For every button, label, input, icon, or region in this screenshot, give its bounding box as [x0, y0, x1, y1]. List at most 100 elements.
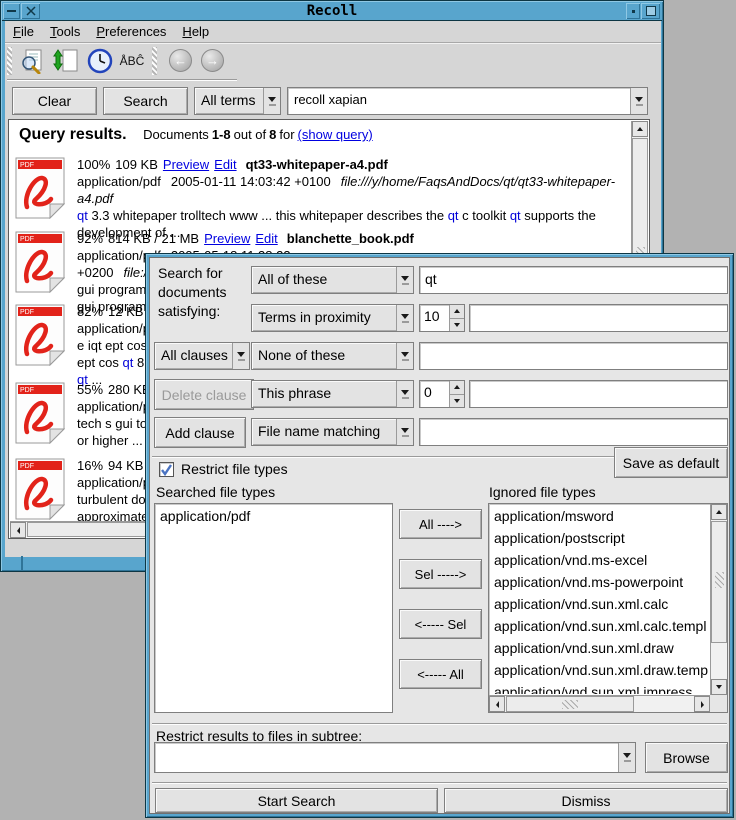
move-selected-left-button[interactable]: <----- Sel: [399, 609, 482, 639]
menu-item-help[interactable]: Help: [182, 24, 209, 39]
chevron-down-icon: [396, 267, 413, 293]
filetype-item[interactable]: application/vnd.sun.xml.calc: [490, 593, 709, 615]
move-all-right-button[interactable]: All ---->: [399, 509, 482, 539]
save-as-default-button[interactable]: Save as default: [614, 447, 728, 478]
toolbar-handle[interactable]: [7, 47, 12, 75]
restrict-filetypes-checkbox[interactable]: [159, 462, 174, 477]
result-size: 814 KB / 21 MB: [108, 231, 199, 246]
proximity-spinbox[interactable]: 10: [419, 304, 465, 332]
toolbar: ÅBĈ ← →: [5, 44, 661, 79]
svg-text:PDF: PDF: [20, 162, 34, 169]
menu-item-preferences[interactable]: Preferences: [96, 24, 166, 39]
filetype-item[interactable]: application/vnd.ms-powerpoint: [490, 571, 709, 593]
resize-notch[interactable]: [21, 556, 23, 570]
scrollbar-thumb[interactable]: [506, 696, 634, 712]
history-clock-icon: [87, 48, 113, 74]
ignored-vertical-scrollbar[interactable]: [710, 504, 727, 695]
clear-button[interactable]: Clear: [12, 87, 97, 115]
scroll-left-button[interactable]: [10, 522, 26, 538]
filetype-item[interactable]: application/vnd.sun.xml.calc.templ: [490, 615, 709, 637]
spin-down-button[interactable]: [450, 319, 464, 332]
delete-clause-button[interactable]: Delete clause: [154, 379, 254, 410]
subtree-combo[interactable]: [154, 742, 636, 773]
dismiss-button[interactable]: Dismiss: [444, 788, 728, 813]
clause-type-combo[interactable]: Terms in proximity: [251, 304, 414, 332]
maximize-button[interactable]: [641, 3, 660, 19]
scroll-up-button[interactable]: [711, 504, 727, 520]
toolbar-handle[interactable]: [152, 47, 157, 75]
subtree-value: [155, 743, 618, 772]
preview-link[interactable]: Preview: [204, 231, 250, 246]
chevron-down-icon: [618, 743, 635, 772]
maximize-icon: [646, 6, 656, 16]
spin-up-button[interactable]: [450, 305, 464, 319]
start-search-button[interactable]: Start Search: [155, 788, 438, 813]
query-value: recoll xapian: [288, 88, 630, 114]
clause-type-combo[interactable]: None of these: [251, 342, 414, 370]
filetype-item[interactable]: application/msword: [490, 505, 709, 527]
snippet-segment: 3.3 whitepaper trolltech www ... this wh…: [88, 208, 448, 223]
snippet-segment: qt: [448, 208, 459, 223]
ignored-filetypes-list[interactable]: application/mswordapplication/postscript…: [488, 503, 728, 713]
clause-value-input[interactable]: [419, 342, 728, 370]
sort-order-button[interactable]: [51, 46, 81, 76]
menu-item-file[interactable]: File: [13, 24, 34, 39]
result-snippet-line: qt 3.3 whitepaper trolltech www ... this…: [77, 207, 631, 224]
preview-link[interactable]: Preview: [163, 157, 209, 172]
proximity-spinbox[interactable]: 0: [419, 380, 465, 408]
clause-type-combo[interactable]: All of these: [251, 266, 414, 294]
move-all-left-button[interactable]: <----- All: [399, 659, 482, 689]
spinbox-value: 10: [420, 305, 449, 331]
results-total: 8: [269, 127, 276, 142]
clause-value-input[interactable]: qt: [419, 266, 728, 294]
spinbox-value: 0: [420, 381, 449, 407]
clause-conjunction-combo[interactable]: All clauses: [154, 342, 250, 370]
move-selected-right-button[interactable]: Sel ----->: [399, 559, 482, 589]
history-button[interactable]: [85, 46, 115, 76]
desktop: Recoll File Tools Preferences Help: [0, 0, 736, 820]
window-title: Recoll: [46, 2, 618, 21]
filetype-item[interactable]: application/vnd.sun.xml.draw.temp: [490, 659, 709, 681]
scroll-down-button[interactable]: [711, 679, 727, 695]
shade-button[interactable]: [626, 3, 640, 19]
window-menu-icon: [7, 10, 16, 12]
clause-type-value: None of these: [252, 343, 396, 369]
titlebar[interactable]: Recoll: [2, 2, 662, 21]
scrollbar-thumb[interactable]: [711, 521, 727, 643]
search-mode-combo[interactable]: All terms: [194, 87, 281, 115]
clause-type-combo[interactable]: File name matching: [251, 418, 414, 446]
pdf-file-icon: PDF: [15, 458, 65, 520]
filetype-item[interactable]: application/vnd.sun.xml.impress: [490, 681, 709, 694]
browse-button[interactable]: Browse: [645, 742, 728, 773]
window-menu-button[interactable]: [3, 3, 20, 19]
filetype-item[interactable]: application/postscript: [490, 527, 709, 549]
show-preview-button[interactable]: [17, 46, 47, 76]
edit-link[interactable]: Edit: [214, 157, 236, 172]
scroll-up-button[interactable]: [632, 121, 648, 137]
searched-filetypes-list[interactable]: application/pdf: [154, 503, 393, 713]
filetype-item[interactable]: application/vnd.ms-excel: [490, 549, 709, 571]
spin-up-button[interactable]: [450, 381, 464, 395]
add-clause-button[interactable]: Add clause: [154, 417, 246, 448]
close-button[interactable]: [21, 3, 40, 19]
term-explorer-button[interactable]: ÅBĈ: [117, 46, 147, 76]
back-button[interactable]: ←: [169, 49, 192, 72]
forward-button[interactable]: →: [201, 49, 224, 72]
filetype-item[interactable]: application/pdf: [156, 505, 391, 527]
clause-type-combo[interactable]: This phrase: [251, 380, 414, 408]
scroll-left-button[interactable]: [489, 696, 505, 712]
ignored-horizontal-scrollbar[interactable]: [489, 695, 710, 712]
clause-value-input[interactable]: [469, 380, 728, 408]
filetype-item[interactable]: application/vnd.sun.xml.draw: [490, 637, 709, 659]
menu-item-tools[interactable]: Tools: [50, 24, 80, 39]
edit-link[interactable]: Edit: [255, 231, 277, 246]
scroll-right-button[interactable]: [694, 696, 710, 712]
preview-document-icon: [19, 48, 45, 74]
search-button[interactable]: Search: [103, 87, 188, 115]
clause-value-input[interactable]: [419, 418, 728, 446]
show-query-link[interactable]: (show query): [298, 127, 373, 142]
result-text: 100%109 KBPreviewEditqt33-whitepaper-a4.…: [77, 156, 631, 241]
clause-value-input[interactable]: [469, 304, 728, 332]
query-input[interactable]: recoll xapian: [287, 87, 648, 115]
spin-down-button[interactable]: [450, 395, 464, 408]
